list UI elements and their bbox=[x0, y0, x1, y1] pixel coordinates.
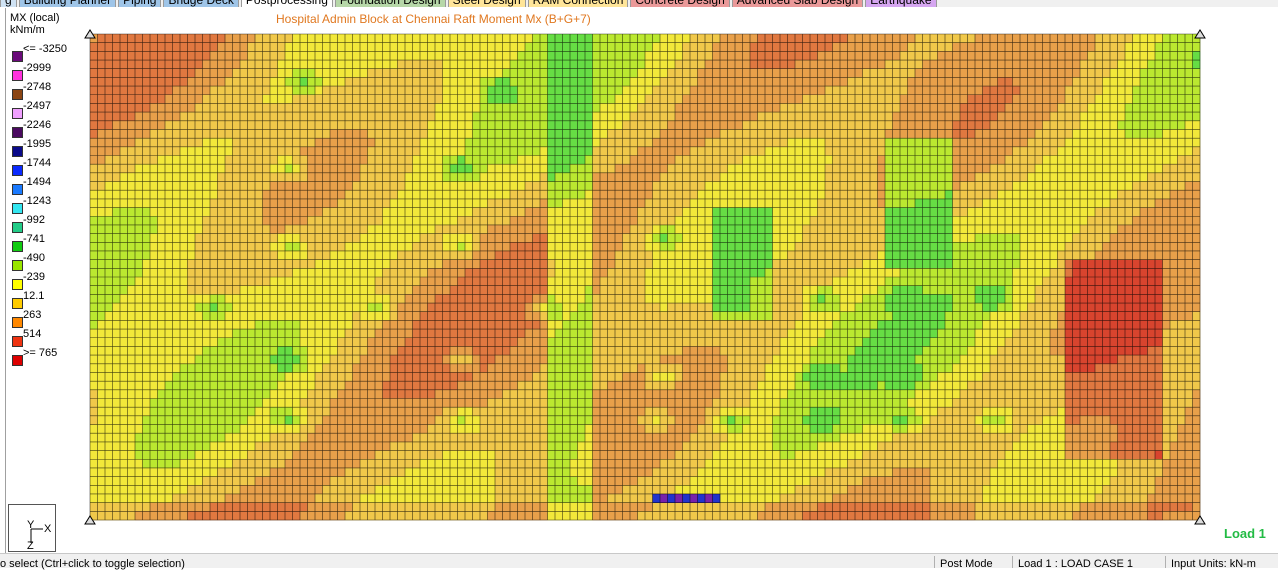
status-bar: o select (Ctrl+click to toggle selection… bbox=[0, 553, 1278, 568]
legend-value: <= -3250 bbox=[23, 43, 67, 55]
legend-swatch bbox=[12, 279, 23, 290]
ribbon-tab-strip: gBuilding PlannerPipingBridge DeckPostpr… bbox=[0, 0, 1278, 7]
legend-swatch bbox=[12, 355, 23, 366]
legend-value: 12.1 bbox=[23, 290, 44, 302]
ribbon-tab[interactable]: RAM Connection bbox=[528, 0, 629, 7]
x-axis-label: X bbox=[44, 523, 52, 535]
y-axis-label: Y bbox=[27, 519, 35, 531]
ribbon-tab[interactable]: Bridge Deck bbox=[163, 0, 238, 7]
status-units: Input Units: kN-m bbox=[1171, 558, 1256, 570]
model-viewport[interactable]: MX (local) kNm/m <= -3250 -2999 -2748 -2497… bbox=[5, 8, 1278, 553]
legend-title: MX (local) bbox=[10, 12, 90, 24]
ribbon-tab[interactable]: Advanced Slab Design bbox=[732, 0, 863, 7]
legend-value: 263 bbox=[23, 309, 41, 321]
legend-swatch bbox=[12, 184, 23, 195]
legend-swatch bbox=[12, 203, 23, 214]
legend-swatch bbox=[12, 222, 23, 233]
legend-swatch bbox=[12, 260, 23, 271]
legend-swatch bbox=[12, 127, 23, 138]
legend-value: -2497 bbox=[23, 100, 51, 112]
legend-value: -1744 bbox=[23, 157, 51, 169]
ribbon-tab[interactable]: Earthquake bbox=[865, 0, 936, 7]
contour-legend: MX (local) kNm/m <= -3250-2999-2748-2497… bbox=[10, 12, 90, 36]
legend-swatch bbox=[12, 165, 23, 176]
ribbon-tab[interactable]: g bbox=[0, 0, 17, 7]
legend-value: -741 bbox=[23, 233, 45, 245]
status-load: Load 1 : LOAD CASE 1 bbox=[1018, 558, 1133, 570]
status-divider bbox=[934, 556, 935, 568]
legend-units: kNm/m bbox=[10, 24, 90, 36]
plot-title: Hospital Admin Block at Chennai Raft Mom… bbox=[276, 12, 591, 26]
legend-swatch bbox=[12, 336, 23, 347]
legend-swatch bbox=[12, 298, 23, 309]
legend-swatch bbox=[12, 51, 23, 62]
legend-value: -1243 bbox=[23, 195, 51, 207]
legend-swatch bbox=[12, 108, 23, 119]
legend-swatch bbox=[12, 317, 23, 328]
legend-swatch bbox=[12, 89, 23, 100]
legend-value: -490 bbox=[23, 252, 45, 264]
raft-contour-plot[interactable] bbox=[6, 8, 1278, 553]
ribbon-tab[interactable]: Concrete Design bbox=[630, 0, 729, 7]
load-label: Load 1 bbox=[1224, 526, 1266, 541]
legend-value: -239 bbox=[23, 271, 45, 283]
legend-value: -2246 bbox=[23, 119, 51, 131]
status-hint: o select (Ctrl+click to toggle selection… bbox=[0, 558, 185, 570]
legend-swatch bbox=[12, 146, 23, 157]
status-divider bbox=[1012, 556, 1013, 568]
ribbon-tabs: gBuilding PlannerPipingBridge DeckPostpr… bbox=[0, 0, 939, 7]
legend-value: -1995 bbox=[23, 138, 51, 150]
ribbon-tab[interactable]: Postprocessing bbox=[241, 0, 333, 7]
z-axis-label: Z bbox=[27, 540, 34, 551]
ribbon-tab[interactable]: Steel Design bbox=[448, 0, 526, 7]
legend-value: -992 bbox=[23, 214, 45, 226]
ribbon-tab[interactable]: Building Planner bbox=[19, 0, 116, 7]
legend-swatch bbox=[12, 70, 23, 81]
legend-value: 514 bbox=[23, 328, 41, 340]
axis-triad: Y X Z bbox=[8, 504, 56, 552]
legend-swatch bbox=[12, 241, 23, 252]
status-divider bbox=[1165, 556, 1166, 568]
legend-value: -1494 bbox=[23, 176, 51, 188]
legend-value: -2999 bbox=[23, 62, 51, 74]
legend-value: >= 765 bbox=[23, 347, 57, 359]
legend-value: -2748 bbox=[23, 81, 51, 93]
status-mode: Post Mode bbox=[940, 558, 993, 570]
ribbon-tab[interactable]: Piping bbox=[118, 0, 161, 7]
ribbon-tab[interactable]: Foundation Design bbox=[335, 0, 446, 7]
